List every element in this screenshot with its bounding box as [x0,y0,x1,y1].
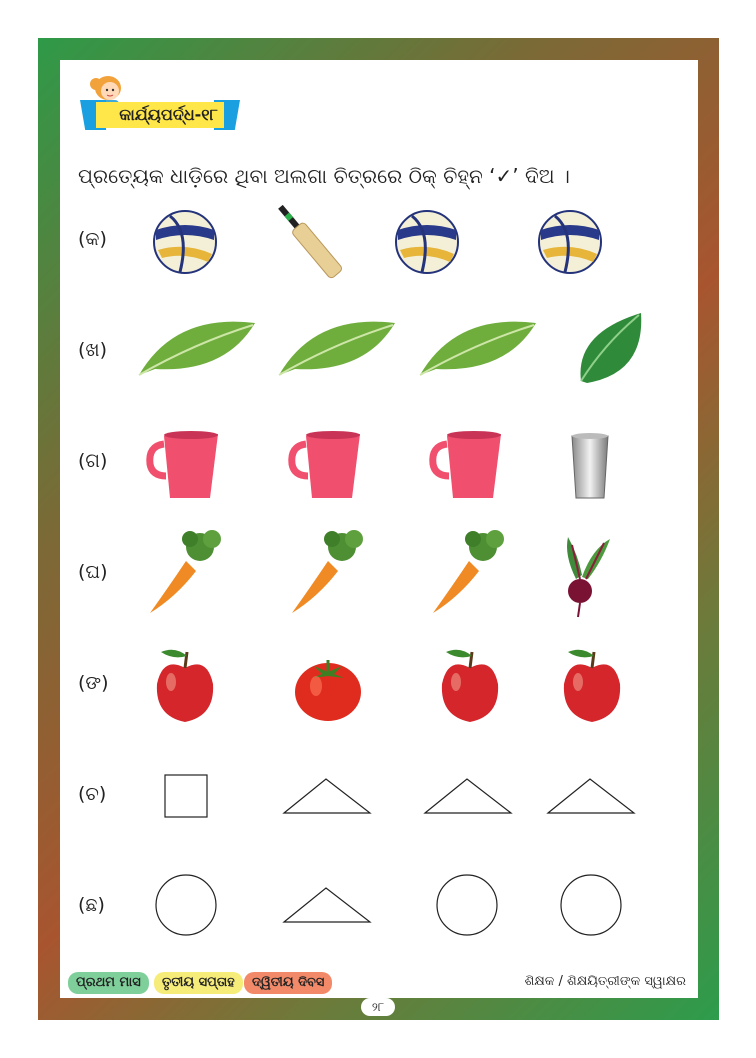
jug-icon[interactable] [423,414,513,514]
triangle-shape[interactable] [542,747,642,847]
row-ka: (କ) [0,192,756,292]
row-label: (ଖ) [78,339,108,361]
leaf-icon[interactable] [275,303,400,403]
dark-leaf-icon[interactable] [565,303,655,403]
row-label: (ଛ) [78,894,105,916]
row-chha: (ଛ) [0,856,756,956]
circle-shape[interactable] [546,856,636,956]
apple-icon[interactable] [552,636,632,736]
month-badge: ପ୍ରଥମ ମାସ [68,972,149,994]
row-gha: (ଘ) [0,525,756,625]
row-cha: (ଚ) [0,747,756,847]
volleyball-icon[interactable] [372,192,482,292]
triangle-shape[interactable] [419,747,519,847]
worksheet-title: କାର୍ଯ୍ୟପର୍ଦ୍ଧ-୧୮ [96,102,224,128]
apple-icon[interactable] [145,636,225,736]
apple-icon[interactable] [430,636,510,736]
triangle-shape[interactable] [278,747,378,847]
row-label: (ଚ) [78,783,107,805]
beetroot-icon[interactable] [548,525,628,625]
triangle-shape[interactable] [278,856,378,956]
leaf-icon[interactable] [135,303,260,403]
week-badge: ତୃତୀୟ ସପ୍ତାହ [154,972,243,994]
jug-icon[interactable] [282,414,372,514]
square-shape[interactable] [140,747,230,847]
circle-shape[interactable] [422,856,512,956]
jug-icon[interactable] [140,414,230,514]
page-number: ୨୮ [361,998,395,1016]
circle-shape[interactable] [140,856,230,956]
volleyball-icon[interactable] [130,192,240,292]
teacher-signature-label: ଶିକ୍ଷକ / ଶିକ୍ଷୟିତ୍ରୀଙ୍କ ସ୍ୱାକ୍ଷର [524,974,686,989]
tomato-icon[interactable] [288,636,368,736]
row-nga: (ଙ) [0,636,756,736]
leaf-icon[interactable] [416,303,541,403]
worksheet-title-banner: କାର୍ଯ୍ୟପର୍ଦ୍ଧ-୧୮ [80,100,240,130]
volleyball-icon[interactable] [515,192,625,292]
row-label: (କ) [78,228,107,250]
steel-glass-icon[interactable] [560,414,620,514]
instruction-text: ପ୍ରତ୍ୟେକ ଧାଡ଼ିରେ ଥିବା ଅଲଗା ଚିତ୍ରରେ ଠିକ୍ … [78,164,570,188]
row-label: (ଙ) [78,672,109,694]
row-kha: (ଖ) [0,303,756,403]
carrot-icon[interactable] [282,525,372,625]
carrot-icon[interactable] [140,525,230,625]
carrot-icon[interactable] [423,525,513,625]
row-ga: (ଗ) [0,414,756,514]
row-label: (ଗ) [78,450,108,472]
day-badge: ଦ୍ୱିତୀୟ ଦିବସ [244,972,333,994]
row-label: (ଘ) [78,561,108,583]
cricket-bat-icon[interactable] [255,192,365,292]
